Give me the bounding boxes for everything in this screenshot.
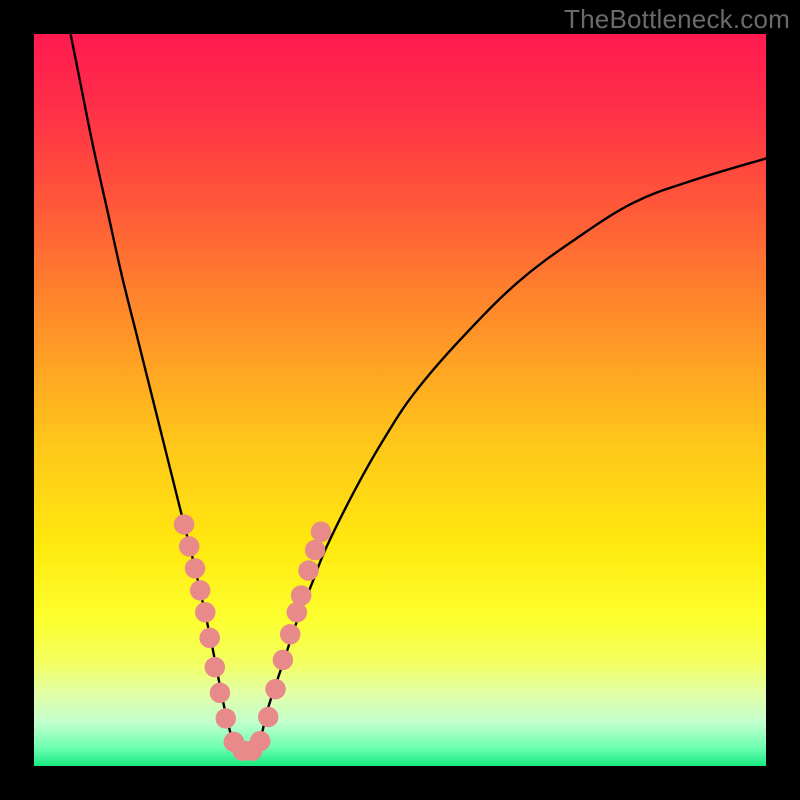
highlight-dot bbox=[250, 731, 270, 751]
highlight-dot bbox=[205, 657, 225, 677]
highlight-dot bbox=[265, 679, 285, 699]
highlight-dot bbox=[258, 707, 278, 727]
highlight-dot bbox=[291, 585, 311, 605]
highlight-dot bbox=[199, 628, 219, 648]
highlight-dot bbox=[280, 624, 300, 644]
highlight-dot bbox=[174, 514, 194, 534]
watermark-text: TheBottleneck.com bbox=[564, 4, 790, 35]
highlight-dot bbox=[311, 522, 331, 542]
highlight-dot bbox=[216, 708, 236, 728]
highlight-dot bbox=[298, 560, 318, 580]
highlight-dot bbox=[210, 683, 230, 703]
chart-svg bbox=[34, 34, 766, 766]
highlight-dot bbox=[179, 536, 199, 556]
chart-frame: TheBottleneck.com bbox=[0, 0, 800, 800]
highlight-dot bbox=[305, 540, 325, 560]
highlight-dot bbox=[185, 558, 205, 578]
highlight-dot bbox=[273, 650, 293, 670]
gradient-background bbox=[34, 34, 766, 766]
plot-area bbox=[34, 34, 766, 766]
highlight-dot bbox=[190, 580, 210, 600]
highlight-dot bbox=[195, 602, 215, 622]
